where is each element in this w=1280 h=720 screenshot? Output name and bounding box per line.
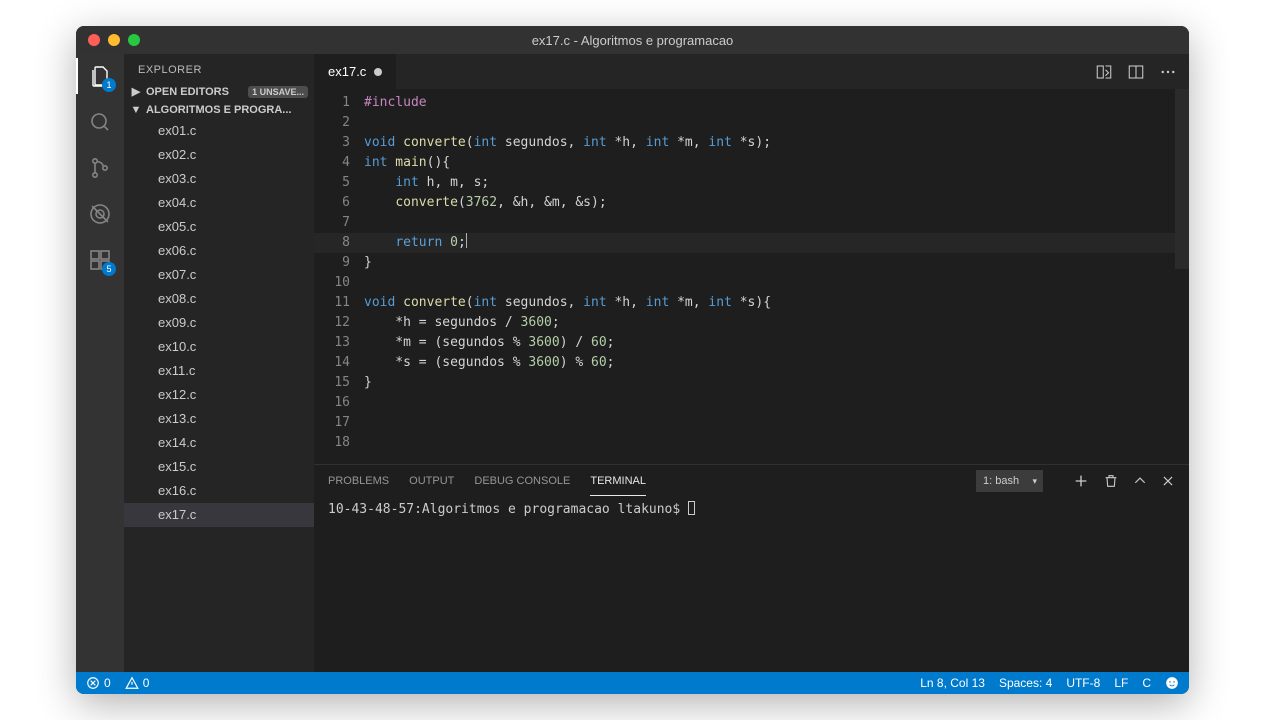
vscode-window: ex17.c - Algoritmos e programacao 1 5 EX — [76, 26, 1189, 694]
maximize-window-icon[interactable] — [128, 34, 140, 46]
status-warnings[interactable]: 0 — [125, 676, 150, 690]
folder-label: ALGORITMOS E PROGRA... — [146, 104, 291, 116]
terminal-select[interactable]: 1: bash — [976, 470, 1043, 492]
window-title: ex17.c - Algoritmos e programacao — [76, 33, 1189, 48]
tab-ex17[interactable]: ex17.c — [314, 54, 397, 89]
file-item[interactable]: ex13.c — [124, 407, 314, 431]
compare-icon[interactable] — [1095, 63, 1113, 81]
file-item[interactable]: ex08.c — [124, 287, 314, 311]
tab-debug-console[interactable]: DEBUG CONSOLE — [474, 467, 570, 495]
terminal[interactable]: 10-43-48-57:Algoritmos e programacao lta… — [314, 497, 1189, 672]
modified-dot-icon — [374, 68, 382, 76]
file-item[interactable]: ex11.c — [124, 359, 314, 383]
sidebar-title: EXPLORER — [124, 54, 314, 82]
scrollbar[interactable] — [1175, 89, 1189, 269]
minimize-window-icon[interactable] — [108, 34, 120, 46]
folder-header[interactable]: ▼ ALGORITMOS E PROGRA... — [124, 101, 314, 119]
close-panel-icon[interactable] — [1161, 474, 1175, 488]
close-window-icon[interactable] — [88, 34, 100, 46]
file-item[interactable]: ex04.c — [124, 191, 314, 215]
chevron-right-icon: ▶ — [130, 85, 142, 98]
feedback-icon[interactable] — [1165, 676, 1179, 690]
tab-problems[interactable]: PROBLEMS — [328, 467, 389, 495]
extensions-badge: 5 — [102, 262, 116, 276]
status-language[interactable]: C — [1142, 676, 1151, 690]
file-item[interactable]: ex02.c — [124, 143, 314, 167]
file-item[interactable]: ex15.c — [124, 455, 314, 479]
terminal-picker[interactable]: 1: bash — [976, 470, 1043, 492]
unsaved-badge: 1 UNSAVE... — [248, 86, 308, 98]
file-item[interactable]: ex12.c — [124, 383, 314, 407]
maximize-panel-icon[interactable] — [1133, 474, 1147, 488]
explorer-icon[interactable]: 1 — [86, 62, 114, 90]
terminal-prompt: 10-43-48-57:Algoritmos e programacao lta… — [328, 502, 688, 517]
tab-output[interactable]: OUTPUT — [409, 467, 454, 495]
status-spaces[interactable]: Spaces: 4 — [999, 676, 1052, 690]
terminal-cursor-icon — [688, 501, 695, 515]
file-item[interactable]: ex16.c — [124, 479, 314, 503]
extensions-icon[interactable]: 5 — [86, 246, 114, 274]
bottom-panel: PROBLEMS OUTPUT DEBUG CONSOLE TERMINAL 1… — [314, 464, 1189, 672]
sidebar: EXPLORER ▶ OPEN EDITORS 1 UNSAVE... ▼ AL… — [124, 54, 314, 672]
status-bar: 0 0 Ln 8, Col 13 Spaces: 4 UTF-8 LF C — [76, 672, 1189, 694]
status-errors[interactable]: 0 — [86, 676, 111, 690]
file-item[interactable]: ex01.c — [124, 119, 314, 143]
file-item[interactable]: ex14.c — [124, 431, 314, 455]
debug-icon[interactable] — [86, 200, 114, 228]
file-item[interactable]: ex07.c — [124, 263, 314, 287]
titlebar[interactable]: ex17.c - Algoritmos e programacao — [76, 26, 1189, 54]
file-list: ex01.cex02.cex03.cex04.cex05.cex06.cex07… — [124, 119, 314, 672]
file-item[interactable]: ex17.c — [124, 503, 314, 527]
new-terminal-icon[interactable] — [1073, 473, 1089, 489]
window-controls — [88, 34, 140, 46]
activity-bar: 1 5 — [76, 54, 124, 672]
gutter: 123456789101112131415161718 — [314, 89, 364, 464]
editor-actions — [1095, 54, 1189, 89]
status-cursor-pos[interactable]: Ln 8, Col 13 — [920, 676, 985, 690]
chevron-down-icon: ▼ — [130, 104, 142, 116]
source-control-icon[interactable] — [86, 154, 114, 182]
split-editor-icon[interactable] — [1127, 63, 1145, 81]
more-icon[interactable] — [1159, 63, 1177, 81]
code-content[interactable]: #include void converte(int segundos, int… — [364, 89, 1189, 464]
editor-area: ex17.c 123456789101112131415161718 #incl… — [314, 54, 1189, 672]
tab-label: ex17.c — [328, 64, 366, 79]
kill-terminal-icon[interactable] — [1103, 473, 1119, 489]
tab-bar: ex17.c — [314, 54, 1189, 89]
file-item[interactable]: ex09.c — [124, 311, 314, 335]
status-eol[interactable]: LF — [1114, 676, 1128, 690]
file-item[interactable]: ex06.c — [124, 239, 314, 263]
file-item[interactable]: ex05.c — [124, 215, 314, 239]
search-icon[interactable] — [86, 108, 114, 136]
file-item[interactable]: ex10.c — [124, 335, 314, 359]
explorer-badge: 1 — [102, 78, 116, 92]
status-encoding[interactable]: UTF-8 — [1066, 676, 1100, 690]
panel-tabs: PROBLEMS OUTPUT DEBUG CONSOLE TERMINAL 1… — [314, 465, 1189, 497]
file-item[interactable]: ex03.c — [124, 167, 314, 191]
tab-terminal[interactable]: TERMINAL — [590, 467, 646, 496]
open-editors-header[interactable]: ▶ OPEN EDITORS 1 UNSAVE... — [124, 82, 314, 101]
code-editor[interactable]: 123456789101112131415161718 #include voi… — [314, 89, 1189, 464]
open-editors-label: OPEN EDITORS — [146, 86, 229, 98]
